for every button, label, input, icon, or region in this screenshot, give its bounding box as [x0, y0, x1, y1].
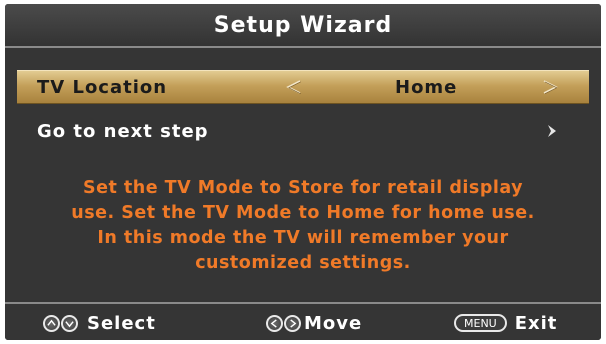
exit-hint: MENU Exit: [454, 312, 557, 334]
info-line: customized settings.: [195, 253, 411, 273]
left-arrow-icon[interactable]: [285, 78, 303, 96]
menu-key: MENU: [454, 314, 507, 332]
down-button-icon: [61, 314, 78, 332]
left-button-icon: [266, 314, 283, 332]
tv-location-row[interactable]: TV Location Home: [17, 70, 589, 104]
right-button-icon: [284, 314, 301, 332]
setup-wizard-dialog: Setup Wizard TV Location Home Go to next…: [5, 4, 601, 340]
select-hint: Select: [43, 312, 156, 334]
dialog-title: Setup Wizard: [5, 4, 601, 48]
move-hint: Move: [266, 312, 362, 334]
next-step-row[interactable]: Go to next step: [17, 115, 589, 147]
info-line: In this mode the TV will remember your: [97, 228, 509, 248]
next-step-label: Go to next step: [37, 120, 209, 142]
move-label: Move: [304, 312, 363, 334]
right-arrow-icon[interactable]: [541, 78, 559, 96]
up-button-icon: [43, 314, 60, 332]
info-line: use. Set the TV Mode to Home for home us…: [71, 203, 535, 223]
footer-bar: Select Move MENU Exit: [5, 302, 601, 340]
exit-label: Exit: [514, 312, 558, 334]
tv-location-label: TV Location: [37, 76, 168, 98]
tv-location-value: Home: [395, 76, 458, 98]
chevron-right-icon: [548, 125, 556, 137]
info-text: Set the TV Mode to Store for retail disp…: [35, 176, 571, 276]
info-line: Set the TV Mode to Store for retail disp…: [82, 178, 524, 198]
select-label: Select: [87, 312, 156, 334]
